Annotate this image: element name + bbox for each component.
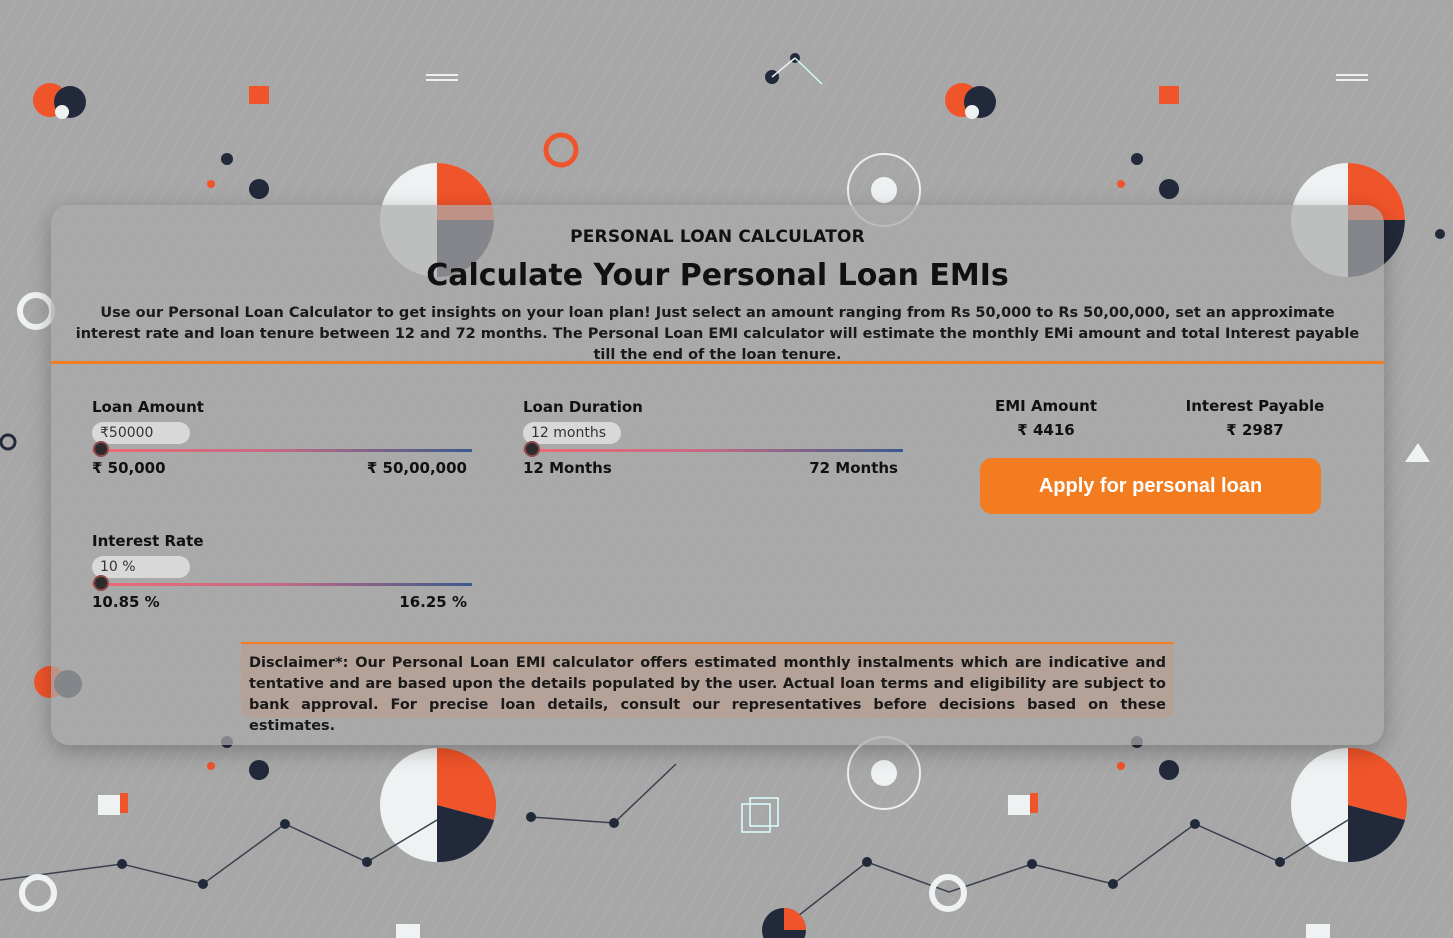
- loan-amount-input[interactable]: [92, 422, 190, 444]
- loan-calculator-card: PERSONAL LOAN CALCULATOR Calculate Your …: [51, 205, 1384, 745]
- loan-amount-min: ₹ 50,000: [92, 459, 166, 477]
- loan-amount-slider-thumb[interactable]: [93, 441, 109, 457]
- interest-rate-slider-thumb[interactable]: [93, 575, 109, 591]
- loan-duration-field: Loan Duration 12 Months 72 Months: [523, 398, 903, 478]
- interest-rate-label: Interest Rate: [92, 532, 204, 550]
- loan-duration-min: 12 Months: [523, 459, 612, 477]
- apply-personal-loan-button[interactable]: Apply for personal loan: [980, 458, 1321, 514]
- emi-amount-value: ₹ 4416: [1017, 421, 1075, 439]
- loan-duration-slider-thumb[interactable]: [524, 441, 540, 457]
- loan-amount-max: ₹ 50,00,000: [366, 459, 467, 477]
- disclaimer: Disclaimer*: Our Personal Loan EMI calcu…: [241, 642, 1174, 734]
- interest-payable-stat: Interest Payable ₹ 2987: [1180, 397, 1330, 439]
- loan-amount-field: Loan Amount ₹ 50,000 ₹ 50,00,000: [92, 398, 472, 478]
- interest-rate-input[interactable]: [92, 556, 190, 578]
- interest-rate-field: Interest Rate 10.85 % 16.25 %: [92, 532, 472, 612]
- loan-amount-label: Loan Amount: [92, 398, 204, 416]
- loan-duration-input[interactable]: [523, 422, 621, 444]
- interest-rate-min: 10.85 %: [92, 593, 160, 611]
- loan-duration-slider-track[interactable]: [523, 449, 903, 452]
- emi-amount-stat: EMI Amount ₹ 4416: [976, 397, 1116, 439]
- header-divider: [51, 361, 1384, 364]
- interest-rate-max: 16.25 %: [399, 593, 467, 611]
- calculator-description: Use our Personal Loan Calculator to get …: [75, 305, 1360, 363]
- calculator-overline: PERSONAL LOAN CALCULATOR: [570, 227, 865, 247]
- page-title: Calculate Your Personal Loan EMIs: [426, 258, 1009, 293]
- loan-duration-label: Loan Duration: [523, 398, 643, 416]
- loan-duration-max: 72 Months: [809, 459, 898, 477]
- loan-amount-slider-track[interactable]: [92, 449, 472, 452]
- interest-payable-label: Interest Payable: [1185, 397, 1325, 415]
- interest-payable-value: ₹ 2987: [1226, 421, 1284, 439]
- emi-amount-label: EMI Amount: [994, 397, 1098, 415]
- interest-rate-slider-track[interactable]: [92, 583, 472, 586]
